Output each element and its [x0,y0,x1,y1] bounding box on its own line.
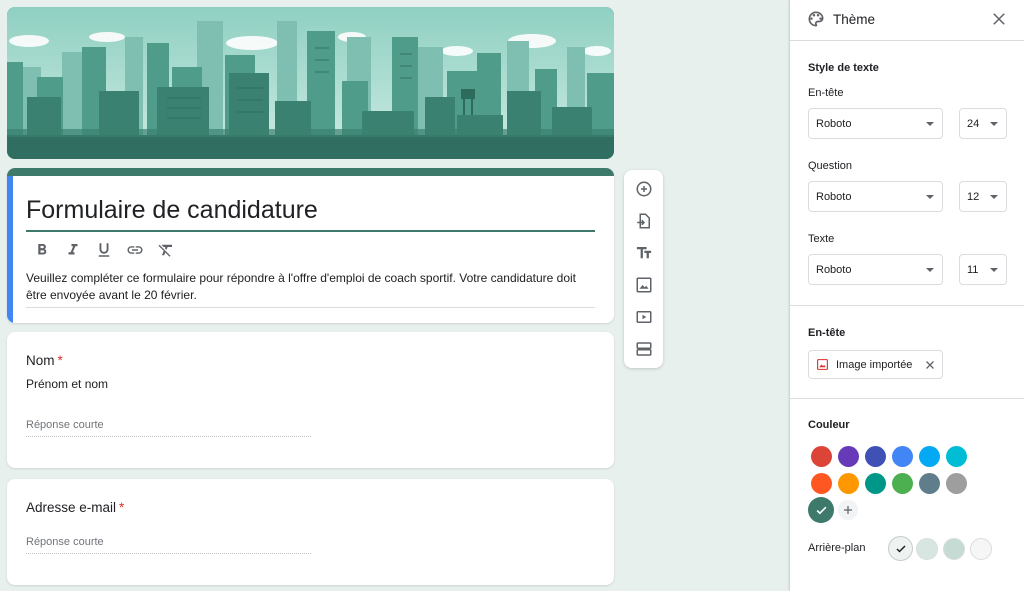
chevron-down-icon [990,195,998,199]
plus-icon [844,506,852,514]
required-asterisk: * [57,353,63,368]
theme-panel-title: Thème [833,12,876,27]
uploaded-image-chip[interactable]: Image importée [808,350,943,379]
text-style-heading: Style de texte [808,62,879,74]
palette-icon [808,11,824,27]
question-description: Prénom et nom [26,377,109,391]
color-swatch[interactable] [946,446,967,467]
short-answer-field[interactable]: Réponse courte [26,419,311,437]
color-swatch[interactable] [865,473,886,494]
color-swatch[interactable] [811,446,832,467]
theme-panel-header: Thème [790,0,1024,41]
question-title: Adresse e-mail * [26,500,125,515]
form-description[interactable]: Veuillez compléter ce formulaire pour ré… [26,270,595,303]
add-question-icon[interactable] [632,177,656,201]
add-section-icon[interactable] [632,337,656,361]
clear-format-icon[interactable] [150,238,181,262]
image-icon [817,359,828,370]
add-video-icon[interactable] [632,305,656,329]
color-swatch[interactable] [838,473,859,494]
chevron-down-icon [926,268,934,272]
background-swatch[interactable] [970,538,992,560]
chevron-down-icon [990,268,998,272]
close-icon[interactable] [990,10,1008,28]
color-swatch[interactable] [892,473,913,494]
question-title: Nom * [26,353,63,368]
chevron-down-icon [990,122,998,126]
active-card-indicator [7,176,13,323]
add-title-icon[interactable] [632,241,656,265]
header-font-select[interactable]: Roboto [808,108,943,139]
city-skyline-illustration [7,7,614,159]
remove-image-icon[interactable] [924,359,936,371]
divider [790,398,1024,399]
color-swatch[interactable] [919,446,940,467]
color-swatch[interactable] [838,446,859,467]
background-label: Arrière-plan [808,542,866,554]
theme-panel: Thème Style de texte En-tête Roboto 24 Q… [790,0,1024,591]
header-section-heading: En-tête [808,327,846,339]
color-swatch[interactable] [811,473,832,494]
header-font-label: En-tête [808,87,844,99]
divider [790,305,1024,306]
text-font-label: Texte [808,233,835,245]
header-size-select[interactable]: 24 [959,108,1007,139]
bold-icon[interactable] [26,238,57,262]
link-icon[interactable] [119,238,150,262]
selected-color-swatch[interactable] [808,497,834,523]
color-swatch[interactable] [946,473,967,494]
chevron-down-icon [926,122,934,126]
add-image-icon[interactable] [632,273,656,297]
text-format-toolbar [26,238,181,262]
question-font-label: Question [808,160,853,172]
import-questions-icon[interactable] [632,209,656,233]
add-custom-color-button[interactable] [838,500,858,520]
color-swatch[interactable] [892,446,913,467]
question-card-email[interactable]: Adresse e-mail * Réponse courte [7,479,614,585]
question-font-select[interactable]: Roboto [808,181,943,212]
description-underline [26,307,595,308]
italic-icon[interactable] [57,238,88,262]
required-asterisk: * [119,500,125,515]
question-card-nom[interactable]: Nom * Prénom et nom Réponse courte [7,332,614,468]
color-section-heading: Couleur [808,419,850,431]
form-title[interactable]: Formulaire de candidature [26,196,318,225]
text-font-select[interactable]: Roboto [808,254,943,285]
check-icon [895,544,906,553]
selected-background-swatch[interactable] [888,536,913,561]
underline-icon[interactable] [88,238,119,262]
background-swatch[interactable] [916,538,938,560]
text-size-select[interactable]: 11 [959,254,1007,285]
header-image [7,7,614,159]
question-size-select[interactable]: 12 [959,181,1007,212]
background-swatch[interactable] [943,538,965,560]
color-swatch[interactable] [919,473,940,494]
form-title-card[interactable]: Formulaire de candidature Veuillez compl… [7,168,614,323]
short-answer-field[interactable]: Réponse courte [26,536,311,554]
title-underline [26,230,595,232]
color-swatch[interactable] [865,446,886,467]
uploaded-image-label: Image importée [836,358,913,371]
floating-toolbar [624,170,663,368]
chevron-down-icon [926,195,934,199]
check-icon [816,506,826,514]
